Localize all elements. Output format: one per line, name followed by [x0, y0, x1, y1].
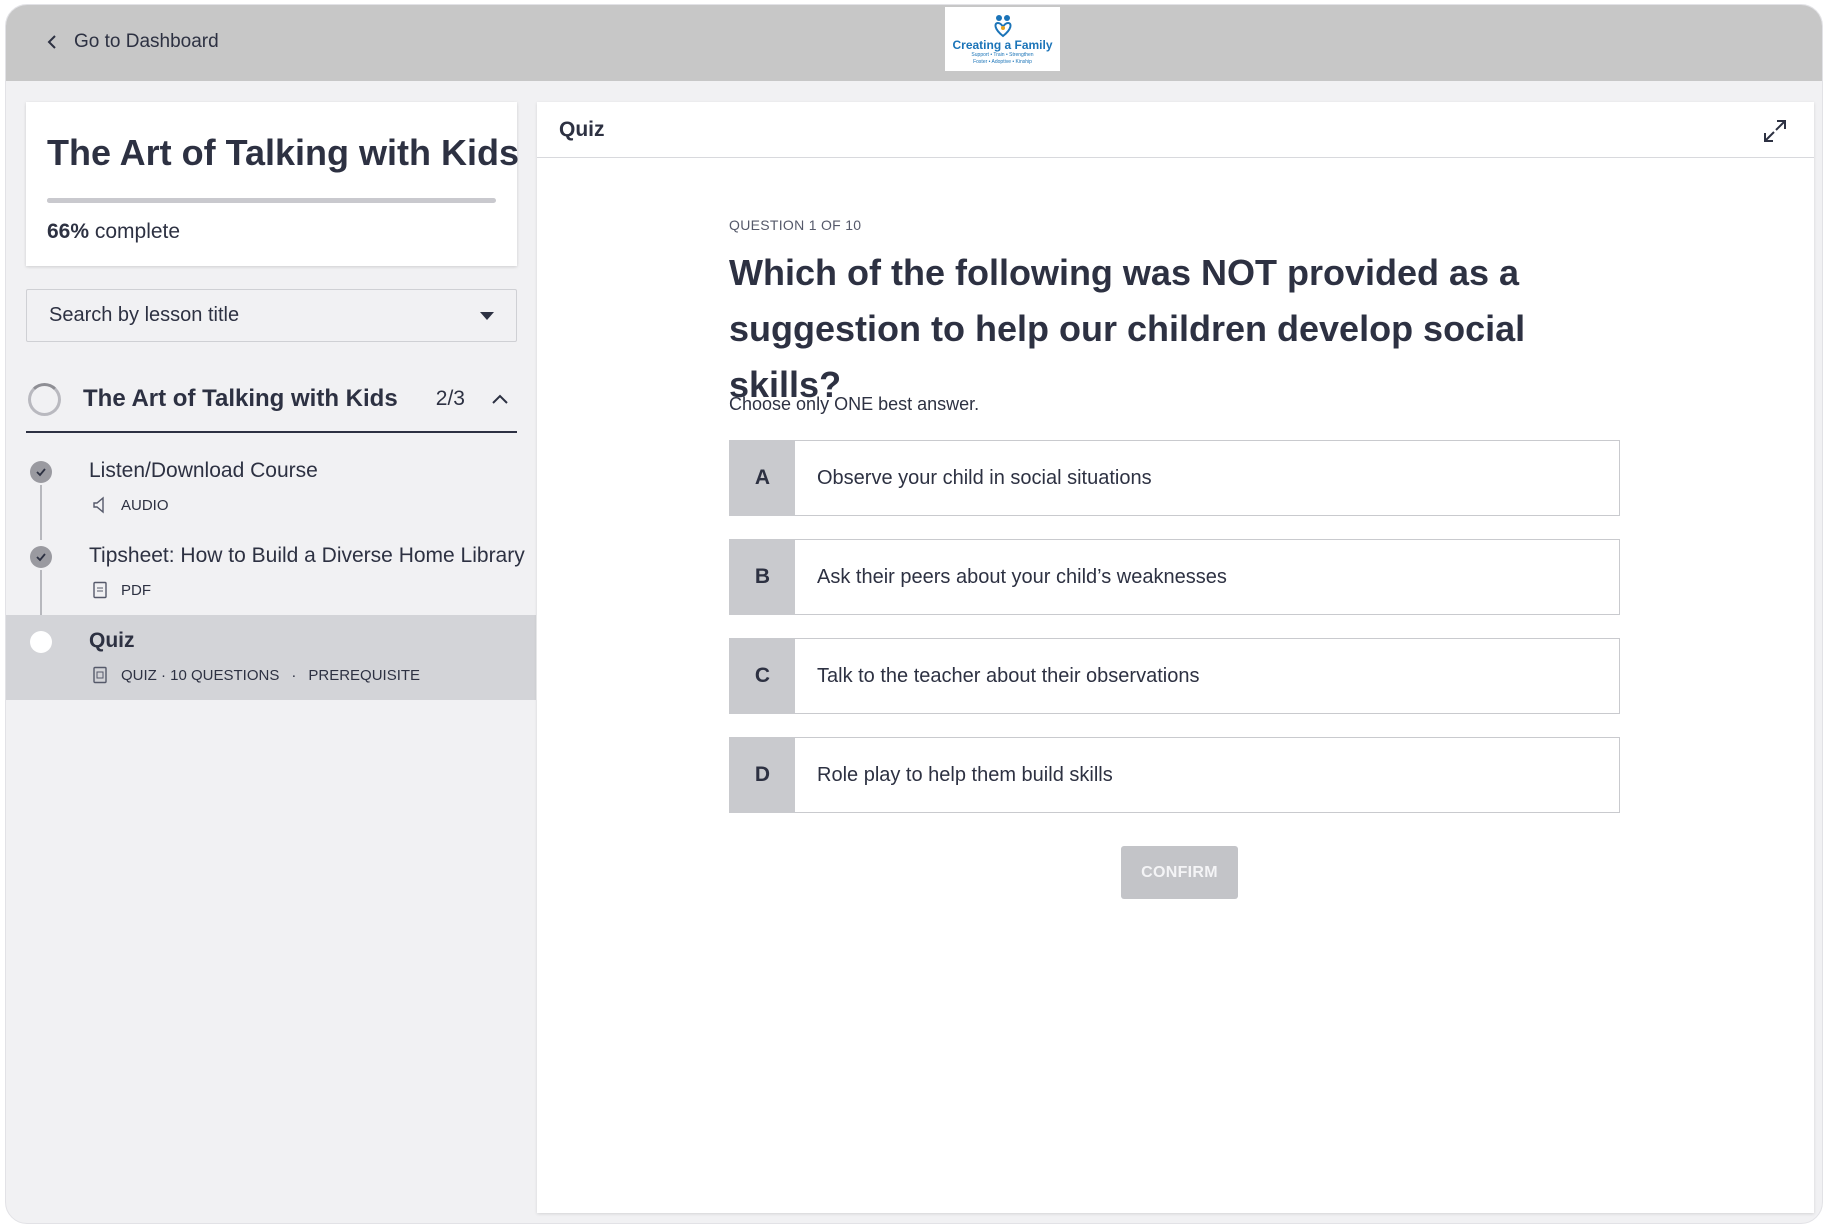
lesson-title: Quiz — [89, 629, 135, 652]
logo-name: Creating a Family — [952, 37, 1053, 52]
top-bar: Go to Dashboard Creating a Family Suppor… — [6, 5, 1822, 81]
lesson-item-tipsheet[interactable]: Tipsheet: How to Build a Diverse Home Li… — [6, 530, 536, 625]
answer-letter: C — [730, 639, 795, 713]
confirm-button[interactable]: CONFIRM — [1121, 846, 1238, 899]
answer-text: Observe your child in social situations — [817, 466, 1152, 489]
section-count: 2/3 — [435, 387, 465, 410]
lesson-title: Listen/Download Course — [89, 459, 318, 482]
chevron-left-icon — [47, 35, 56, 49]
lesson-item-listen-download[interactable]: Listen/Download Course AUDIO — [6, 445, 536, 540]
answer-text: Role play to help them build skills — [817, 763, 1113, 786]
speaker-icon — [93, 496, 104, 514]
lesson-meta: PDF — [91, 581, 151, 599]
answer-letter: D — [730, 738, 795, 812]
course-card: The Art of Talking with Kids 66% complet… — [26, 102, 519, 266]
lesson-search-dropdown[interactable]: Search by lesson title — [26, 289, 517, 342]
progress-suffix: complete — [89, 220, 181, 243]
answer-option-c[interactable]: C Talk to the teacher about their observ… — [729, 638, 1620, 714]
lesson-type: QUIZ · 10 QUESTIONS — [121, 666, 280, 684]
logo-tagline-1: Support • Train • Strengthen — [971, 51, 1034, 58]
section-header[interactable]: The Art of Talking with Kids 2/3 — [26, 367, 517, 433]
expand-icon[interactable] — [1762, 118, 1788, 144]
lesson-complete-check-icon — [30, 461, 52, 483]
question-instruction: Choose only ONE best answer. — [729, 394, 980, 414]
lesson-search-placeholder: Search by lesson title — [49, 304, 240, 326]
chevron-up-icon — [492, 394, 508, 404]
lesson-item-quiz[interactable]: Quiz QUIZ · 10 QUESTIONS · PREREQUISITE — [6, 615, 536, 700]
quiz-icon — [93, 666, 107, 684]
meta-separator: · — [291, 666, 297, 684]
panel-title: Quiz — [559, 118, 605, 141]
answer-option-d[interactable]: D Role play to help them build skills — [729, 737, 1620, 813]
quiz-panel-header: Quiz — [537, 102, 1814, 158]
answer-letter: A — [730, 441, 795, 515]
app-window: Go to Dashboard Creating a Family Suppor… — [5, 4, 1823, 1224]
answer-option-a[interactable]: A Observe your child in social situation… — [729, 440, 1620, 516]
course-title: The Art of Talking with Kids — [47, 132, 519, 173]
lesson-meta: AUDIO — [91, 496, 169, 514]
lesson-type: PDF — [121, 581, 151, 599]
progress-value: 66% — [47, 220, 90, 243]
lesson-title: Tipsheet: How to Build a Diverse Home Li… — [89, 544, 525, 567]
lesson-current-dot-icon — [30, 631, 52, 653]
course-progress-fill — [47, 198, 344, 203]
question-counter: QUESTION 1 OF 10 — [729, 217, 862, 233]
section-progress-ring-icon — [28, 382, 61, 416]
lesson-meta: QUIZ · 10 QUESTIONS · PREREQUISITE — [91, 666, 420, 684]
back-link-label: Go to Dashboard — [74, 31, 219, 52]
creating-a-family-logo[interactable]: Creating a Family Support • Train • Stre… — [945, 7, 1060, 71]
caret-down-icon — [480, 311, 494, 320]
lesson-type: AUDIO — [121, 496, 169, 514]
logo-tagline-2: Foster • Adoptive • Kinship — [973, 58, 1032, 65]
section-title: The Art of Talking with Kids — [83, 385, 398, 412]
answer-text: Talk to the teacher about their observat… — [817, 664, 1200, 687]
go-to-dashboard-link[interactable]: Go to Dashboard — [44, 27, 219, 57]
lesson-prerequisite-tag: PREREQUISITE — [308, 666, 421, 684]
answer-option-b[interactable]: B Ask their peers about your child’s wea… — [729, 539, 1620, 615]
question-text: Which of the following was NOT provided … — [729, 252, 1526, 405]
answer-text: Ask their peers about your child’s weakn… — [817, 565, 1227, 588]
quiz-panel: Quiz QUESTION 1 OF 10 Which of the follo… — [537, 102, 1814, 1213]
answer-letter: B — [730, 540, 795, 614]
lesson-list: Listen/Download Course AUDIO Tipsheet: H… — [6, 445, 536, 700]
family-heart-icon — [993, 14, 1012, 37]
course-progress-bar — [47, 198, 496, 203]
progress-label: 66% complete — [47, 220, 180, 244]
lesson-complete-check-icon — [30, 546, 52, 568]
pdf-icon — [93, 581, 107, 599]
